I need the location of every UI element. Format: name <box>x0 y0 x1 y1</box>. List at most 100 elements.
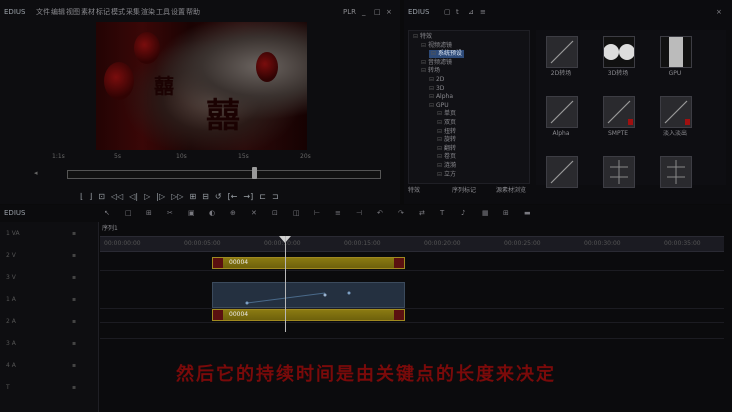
trim-out-icon[interactable]: ⊣ <box>356 209 362 218</box>
menu-item[interactable]: 帮助 <box>186 8 200 17</box>
track-toggle-icon[interactable]: ▪ <box>72 318 76 326</box>
clip-in-handle[interactable] <box>213 258 223 268</box>
track-toggle-icon[interactable]: ▪ <box>72 340 76 348</box>
playhead-line[interactable] <box>285 236 286 332</box>
maximize-button[interactable]: □ <box>374 8 381 17</box>
transport-button[interactable]: ↺ <box>215 192 222 201</box>
transport-button[interactable]: →] <box>243 192 253 201</box>
track-toggle-icon[interactable]: ▪ <box>72 274 76 282</box>
menu-item[interactable]: 标记 <box>96 8 110 17</box>
add-icon[interactable]: ⊕ <box>230 209 236 218</box>
clip-out-handle[interactable] <box>394 258 404 268</box>
tree-expander-icon[interactable]: ⊟ <box>437 119 444 126</box>
tree-expander-icon[interactable]: ⊟ <box>431 50 438 57</box>
list-icon[interactable]: ≡ <box>480 8 486 17</box>
menu-item[interactable]: 设置 <box>171 8 185 17</box>
trim-in-icon[interactable]: ⊢ <box>314 209 320 218</box>
mixer-icon[interactable]: ▦ <box>482 209 489 218</box>
tree-item[interactable]: ⊟ 扭转 <box>437 128 456 136</box>
tree-item[interactable]: ⊟ 转场 <box>421 67 440 75</box>
transport-button[interactable]: ⊡ <box>98 192 105 201</box>
tree-expander-icon[interactable]: ⊟ <box>421 42 428 49</box>
effects-tab[interactable]: 特效 <box>408 187 420 195</box>
tree-item[interactable]: ⊟ 系统预设 <box>429 50 464 59</box>
effect-thumbnail[interactable] <box>603 36 635 68</box>
timeline-clip[interactable]: 00004 <box>212 309 405 321</box>
player-scrubber[interactable] <box>67 170 381 179</box>
tree-item[interactable]: ⊟ 卷页 <box>437 153 456 161</box>
clip-out-handle[interactable] <box>394 310 404 320</box>
tree-item[interactable]: ⊟ Alpha <box>429 93 453 101</box>
effect-thumbnail[interactable] <box>546 36 578 68</box>
menu-item[interactable]: 工具 <box>156 8 170 17</box>
tree-item[interactable]: ⊟ 单页 <box>437 110 456 118</box>
keyframe-point[interactable] <box>245 301 249 305</box>
menu-item[interactable]: 素材 <box>81 8 95 17</box>
menu-item[interactable]: 文件 <box>36 8 50 17</box>
tree-item[interactable]: ⊟ 翻转 <box>437 145 456 153</box>
tree-item[interactable]: ⊟ 双页 <box>437 119 456 127</box>
tree-expander-icon[interactable]: ⊟ <box>429 76 436 83</box>
video-preview[interactable]: 囍 囍 <box>96 22 307 150</box>
tree-expander-icon[interactable]: ⊟ <box>437 145 444 152</box>
transport-button[interactable]: [← <box>228 192 238 201</box>
layout-icon[interactable]: ⊞ <box>503 209 509 218</box>
list-icon[interactable]: ≡ <box>335 209 341 218</box>
track-toggle-icon[interactable]: ▪ <box>72 252 76 260</box>
transport-button[interactable]: |▷ <box>156 192 165 201</box>
transport-button[interactable]: ⌊ <box>80 192 83 201</box>
effects-tab[interactable]: 源素材浏览 <box>496 187 526 195</box>
track-toggle-icon[interactable]: ▪ <box>72 296 76 304</box>
tree-item[interactable]: ⊟ 特效 <box>413 33 432 41</box>
delete-icon[interactable]: ✕ <box>251 209 257 218</box>
title-icon[interactable]: T <box>440 209 444 218</box>
tree-item[interactable]: ⊟ 2D <box>429 76 444 84</box>
menu-item[interactable]: 采集 <box>126 8 140 17</box>
effects-tab[interactable]: 序列标记 <box>452 187 476 195</box>
tree-expander-icon[interactable]: ⊟ <box>437 128 444 135</box>
menu-item[interactable]: 模式 <box>111 8 125 17</box>
tree-item[interactable]: ⊟ 旋转 <box>437 136 456 144</box>
close-button[interactable]: × <box>386 8 392 17</box>
tree-item[interactable]: ⊟ 音频滤镜 <box>421 59 452 67</box>
filter-icon[interactable]: ⊿ <box>468 8 474 17</box>
tree-expander-icon[interactable]: ⊟ <box>421 59 428 66</box>
folder-icon[interactable]: ▢ <box>444 8 451 17</box>
tree-expander-icon[interactable]: ⊟ <box>437 171 444 178</box>
audio-icon[interactable]: ♪ <box>461 209 465 218</box>
effect-thumbnail[interactable] <box>660 96 692 128</box>
tree-expander-icon[interactable]: ⊟ <box>429 102 436 109</box>
box-icon[interactable]: □ <box>125 209 132 218</box>
timeline-clip[interactable]: 00004 <box>212 257 405 269</box>
transport-button[interactable]: ⊟ <box>202 192 209 201</box>
transport-button[interactable]: ◁| <box>129 192 138 201</box>
tree-expander-icon[interactable]: ⊟ <box>437 110 444 117</box>
keyframe-track[interactable] <box>212 282 405 308</box>
effects-close-button[interactable]: × <box>716 8 722 17</box>
transport-button[interactable]: ⌋ <box>89 192 92 201</box>
effect-thumbnail[interactable] <box>603 156 635 188</box>
transport-button[interactable]: ◁◁ <box>111 192 123 201</box>
split-icon[interactable]: ◫ <box>293 209 300 218</box>
snapshot-icon[interactable]: ⊡ <box>272 209 278 218</box>
transport-button[interactable]: ▷ <box>144 192 150 201</box>
tree-item[interactable]: ⊟ 涟漪 <box>437 162 456 170</box>
render-icon[interactable]: ▣ <box>188 209 195 218</box>
menu-item[interactable]: 渲染 <box>141 8 155 17</box>
scrubber-handle[interactable] <box>252 167 257 179</box>
tree-expander-icon[interactable]: ⊟ <box>429 93 436 100</box>
select-icon[interactable]: ↖ <box>104 209 110 218</box>
clip-in-handle[interactable] <box>213 310 223 320</box>
undo-icon[interactable]: ↶ <box>377 209 383 218</box>
transport-button[interactable]: ⊐ <box>272 192 279 201</box>
menu-item[interactable]: 视图 <box>66 8 80 17</box>
timeline-ruler[interactable]: 00:00:00:00 00:00:05:00 00:00:10:00 00:00:1… <box>100 236 724 252</box>
effect-thumbnail[interactable] <box>660 156 692 188</box>
tree-expander-icon[interactable]: ⊟ <box>429 85 436 92</box>
keyframe-point[interactable] <box>323 293 327 297</box>
transport-button[interactable]: ⊏ <box>259 192 266 201</box>
redo-icon[interactable]: ↷ <box>398 209 404 218</box>
cut-icon[interactable]: ✂ <box>167 209 173 218</box>
tree-expander-icon[interactable]: ⊟ <box>437 153 444 160</box>
contrast-icon[interactable]: ◐ <box>209 209 215 218</box>
